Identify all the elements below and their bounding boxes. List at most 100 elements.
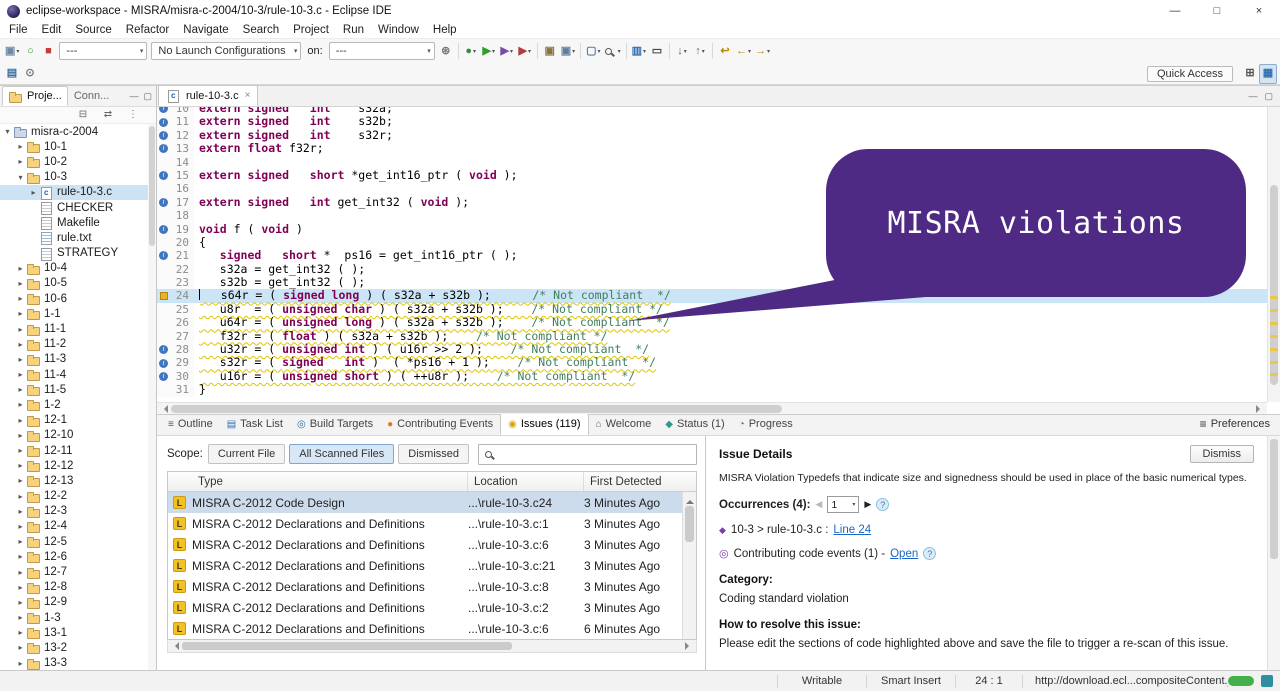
- console-icon[interactable]: ▤: [3, 64, 21, 84]
- tree-expander-icon[interactable]: ▸: [15, 552, 26, 561]
- menu-file[interactable]: File: [2, 24, 35, 36]
- tree-item-13-1[interactable]: ▸13-1: [0, 625, 148, 640]
- tree-item-misra-c-2004[interactable]: ▾misra-c-2004: [0, 124, 148, 139]
- tab-outline[interactable]: ≡Outline: [161, 413, 220, 435]
- code-line[interactable]: 27 f32r = ( float ) ( s32a + s32b ); /* …: [157, 330, 1267, 343]
- prev-occurrence-button[interactable]: [815, 499, 822, 510]
- close-button[interactable]: ×: [1238, 0, 1280, 22]
- code-line[interactable]: i12extern signed int s32r;: [157, 129, 1267, 142]
- tree-expander-icon[interactable]: ▾: [15, 173, 26, 182]
- scrollbar-thumb[interactable]: [149, 126, 155, 246]
- tree-expander-icon[interactable]: ▸: [15, 309, 26, 318]
- column-header-first-detected[interactable]: First Detected: [584, 472, 696, 491]
- close-icon[interactable]: [245, 90, 251, 101]
- code-editor[interactable]: i10extern signed int s32a;i11extern sign…: [157, 107, 1280, 414]
- scrollbar-thumb[interactable]: [171, 405, 782, 413]
- new-c-file-icon[interactable]: ▢▾: [584, 41, 602, 61]
- tree-expander-icon[interactable]: ▸: [15, 294, 26, 303]
- tree-expander-icon[interactable]: ▸: [15, 522, 26, 531]
- tree-expander-icon[interactable]: ▸: [15, 613, 26, 622]
- last-edit-location-icon[interactable]: ↩: [716, 41, 734, 61]
- minimize-view-button[interactable]: [129, 91, 138, 101]
- code-line[interactable]: i29 s32r = ( signed int ) ( *ps16 + 1 );…: [157, 356, 1267, 369]
- filter-current-file[interactable]: Current File: [208, 444, 285, 464]
- code-line[interactable]: i11extern signed int s32b;: [157, 115, 1267, 128]
- tab-issues-119-[interactable]: ◉Issues (119): [500, 413, 588, 435]
- collapse-all-icon[interactable]: ⊟: [74, 108, 92, 122]
- issue-row[interactable]: LMISRA C-2012 Declarations and Definitio…: [168, 618, 696, 639]
- tree-item-13-2[interactable]: ▸13-2: [0, 640, 148, 655]
- menu-search[interactable]: Search: [236, 24, 286, 36]
- tab-contributing-events[interactable]: ●Contributing Events: [380, 413, 500, 435]
- tree-item-1-2[interactable]: ▸1-2: [0, 397, 148, 412]
- tree-expander-icon[interactable]: ▸: [15, 446, 26, 455]
- launch-target-combo[interactable]: ---▾: [329, 42, 435, 60]
- menu-source[interactable]: Source: [68, 24, 118, 36]
- open-perspective-icon[interactable]: ⊞: [1241, 64, 1259, 84]
- tab-progress[interactable]: ◔Progress: [732, 413, 800, 435]
- help-icon[interactable]: [923, 547, 936, 560]
- filter-all-scanned-files[interactable]: All Scanned Files: [289, 444, 394, 464]
- pin-editor-icon[interactable]: ⊙: [21, 64, 39, 84]
- tree-item-1-1[interactable]: ▸1-1: [0, 306, 148, 321]
- tree-item-rule.txt[interactable]: rule.txt: [0, 230, 148, 245]
- next-annotation-icon[interactable]: ↓▾: [673, 41, 691, 61]
- tree-expander-icon[interactable]: ▸: [15, 157, 26, 166]
- scroll-left-icon[interactable]: [171, 642, 179, 650]
- tree-item-10-1[interactable]: ▸10-1: [0, 139, 148, 154]
- issue-row[interactable]: LMISRA C-2012 Declarations and Definitio…: [168, 576, 696, 597]
- editor-vertical-scrollbar[interactable]: [1267, 107, 1280, 402]
- tree-item-12-1[interactable]: ▸12-1: [0, 413, 148, 428]
- tree-expander-icon[interactable]: ▸: [28, 188, 39, 197]
- scroll-up-icon[interactable]: [686, 496, 694, 504]
- tree-expander-icon[interactable]: ▸: [15, 325, 26, 334]
- tree-item-12-5[interactable]: ▸12-5: [0, 534, 148, 549]
- minimize-button[interactable]: —: [1154, 0, 1196, 22]
- menu-edit[interactable]: Edit: [35, 24, 69, 36]
- tree-expander-icon[interactable]: ▸: [15, 659, 26, 668]
- search-input[interactable]: [497, 448, 690, 460]
- tree-item-STRATEGY[interactable]: STRATEGY: [0, 246, 148, 261]
- tree-item-12-2[interactable]: ▸12-2: [0, 489, 148, 504]
- tree-expander-icon[interactable]: ▸: [15, 416, 26, 425]
- tree-item-Makefile[interactable]: Makefile: [0, 215, 148, 230]
- tree-item-12-10[interactable]: ▸12-10: [0, 428, 148, 443]
- forward-icon[interactable]: →▾: [753, 41, 772, 61]
- tree-item-12-9[interactable]: ▸12-9: [0, 595, 148, 610]
- menu-help[interactable]: Help: [426, 24, 464, 36]
- table-horizontal-scrollbar[interactable]: [167, 640, 697, 653]
- search-icon[interactable]: ▾: [603, 41, 623, 61]
- code-line[interactable]: i30 u16r = ( unsigned short ) ( ++u8r );…: [157, 370, 1267, 383]
- tree-item-11-2[interactable]: ▸11-2: [0, 337, 148, 352]
- preferences-button[interactable]: Preferences: [1200, 413, 1280, 435]
- column-header-location[interactable]: Location: [468, 472, 584, 491]
- tree-item-10-5[interactable]: ▸10-5: [0, 276, 148, 291]
- quick-access-button[interactable]: Quick Access: [1147, 66, 1233, 82]
- tab-project-explorer[interactable]: Proje...: [2, 86, 68, 106]
- open-console-icon[interactable]: ▥▾: [630, 41, 648, 61]
- tree-expander-icon[interactable]: ▸: [15, 264, 26, 273]
- editor-tab-rule-10-3[interactable]: c rule-10-3.c: [158, 85, 258, 106]
- tree-expander-icon[interactable]: ▸: [15, 537, 26, 546]
- prev-annotation-icon[interactable]: ↑▾: [691, 41, 709, 61]
- line-24-link[interactable]: Line 24: [833, 524, 871, 536]
- scrollbar-thumb[interactable]: [685, 506, 694, 542]
- tree-item-12-8[interactable]: ▸12-8: [0, 580, 148, 595]
- editor-horizontal-scrollbar[interactable]: [157, 402, 1267, 414]
- background-jobs-icon[interactable]: [1261, 675, 1273, 687]
- tab-build-targets[interactable]: ◎Build Targets: [290, 413, 380, 435]
- tree-item-12-6[interactable]: ▸12-6: [0, 549, 148, 564]
- tree-item-11-4[interactable]: ▸11-4: [0, 367, 148, 382]
- tree-item-CHECKER[interactable]: CHECKER: [0, 200, 148, 215]
- tree-expander-icon[interactable]: ▸: [15, 431, 26, 440]
- filter-dismissed[interactable]: Dismissed: [398, 444, 469, 464]
- menu-navigate[interactable]: Navigate: [176, 24, 235, 36]
- explorer-scrollbar[interactable]: [148, 124, 156, 670]
- tree-item-12-13[interactable]: ▸12-13: [0, 473, 148, 488]
- tree-item-12-12[interactable]: ▸12-12: [0, 458, 148, 473]
- issue-row[interactable]: LMISRA C-2012 Declarations and Definitio…: [168, 513, 696, 534]
- dismiss-button[interactable]: Dismiss: [1190, 445, 1255, 463]
- tree-expander-icon[interactable]: ▸: [15, 279, 26, 288]
- issue-row[interactable]: LMISRA C-2012 Code Design...\rule-10-3.c…: [168, 492, 696, 513]
- tab-status-1-[interactable]: ◆Status (1): [658, 413, 731, 435]
